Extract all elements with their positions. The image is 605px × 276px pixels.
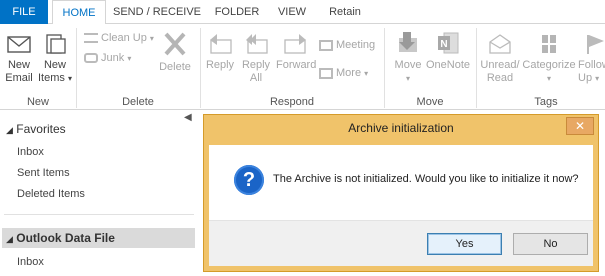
- follow-up-caret-icon: ▾: [595, 74, 600, 83]
- dialog-title: Archive initialization: [348, 121, 454, 135]
- close-icon[interactable]: ✕: [566, 117, 594, 135]
- outlook-data-file-header[interactable]: ◢ Outlook Data File: [2, 228, 195, 248]
- follow-up-button[interactable]: Follow Up ▾: [578, 32, 605, 85]
- forward-button[interactable]: Forward: [276, 32, 316, 72]
- dialog-body: ? The Archive is not initialized. Would …: [209, 145, 593, 266]
- group-label-new: New: [26, 96, 49, 108]
- move-caret-icon: ▾: [405, 74, 410, 83]
- group-label-tags: Tags: [534, 96, 558, 108]
- new-items-caret-icon: ▾: [67, 74, 72, 83]
- onenote-icon: N: [438, 32, 459, 54]
- question-icon: ?: [234, 165, 264, 195]
- ribbon-tab-bar: FILE HOME SEND / RECEIVE FOLDER VIEW Ret…: [0, 0, 605, 25]
- reply-all-icon: [246, 34, 268, 54]
- group-label-move: Move: [416, 96, 444, 108]
- categorize-button[interactable]: Categorize ▾: [522, 32, 576, 85]
- junk-label: Junk: [101, 52, 125, 64]
- flag-icon: [587, 35, 604, 54]
- reply-all-label-2: All: [249, 72, 263, 84]
- new-email-label-1: New: [7, 59, 30, 71]
- delete-label: Delete: [159, 61, 191, 73]
- new-items-label-2: Items: [38, 72, 65, 84]
- folder-pane-divider: [4, 214, 194, 215]
- new-email-button[interactable]: New Email: [2, 32, 36, 85]
- envelope-icon: [7, 36, 31, 53]
- unread-read-button[interactable]: Unread/ Read: [480, 32, 520, 85]
- favorites-header[interactable]: ◢ Favorites: [6, 122, 66, 136]
- group-label-delete: Delete: [122, 96, 154, 108]
- folder-sent-items[interactable]: Sent Items: [17, 167, 70, 179]
- junk-icon: [84, 53, 98, 64]
- folder-inbox[interactable]: Inbox: [17, 256, 44, 268]
- junk-button[interactable]: Junk ▾: [84, 51, 131, 66]
- categorize-label: Categorize: [522, 59, 576, 71]
- clean-up-label: Clean Up: [101, 32, 147, 44]
- meeting-icon: [319, 39, 333, 51]
- ribbon: New Email New Items ▾ New Clean Up ▾ Jun…: [0, 24, 605, 110]
- unread-read-label-1: Unread/: [480, 59, 520, 71]
- open-envelope-icon: [489, 34, 511, 54]
- forward-label: Forward: [276, 59, 317, 71]
- clean-up-caret-icon: ▾: [149, 34, 154, 43]
- svg-text:N: N: [440, 39, 447, 50]
- tab-send-receive[interactable]: SEND / RECEIVE: [110, 0, 204, 24]
- new-items-button[interactable]: New Items ▾: [38, 32, 72, 85]
- categorize-caret-icon: ▾: [546, 74, 551, 83]
- move-label: Move: [394, 59, 422, 71]
- unread-read-label-2: Read: [486, 72, 514, 84]
- tab-folder[interactable]: FOLDER: [208, 0, 266, 24]
- clean-up-button[interactable]: Clean Up ▾: [84, 31, 154, 46]
- forward-icon: [284, 34, 306, 54]
- more-caret-icon: ▾: [364, 69, 369, 78]
- no-button[interactable]: No: [513, 233, 588, 255]
- follow-up-label-2: Up: [578, 72, 593, 84]
- onenote-label: OneNote: [426, 59, 471, 71]
- reply-label: Reply: [205, 59, 235, 71]
- more-respond-button[interactable]: More ▾: [319, 66, 368, 81]
- dialog-message: The Archive is not initialized. Would yo…: [273, 173, 579, 185]
- folder-inbox-favorite[interactable]: Inbox: [17, 146, 44, 158]
- new-email-label-2: Email: [5, 72, 33, 84]
- delete-x-icon: [164, 32, 186, 56]
- onenote-button[interactable]: N OneNote: [426, 30, 470, 72]
- move-button[interactable]: Move ▾: [390, 30, 426, 85]
- reply-all-button[interactable]: Reply All: [240, 32, 272, 85]
- reply-all-label-1: Reply: [241, 59, 271, 71]
- group-label-respond: Respond: [269, 96, 315, 108]
- junk-caret-icon: ▾: [127, 54, 132, 63]
- tab-retain[interactable]: Retain: [320, 0, 370, 24]
- reply-button[interactable]: Reply: [204, 32, 236, 72]
- tab-file[interactable]: FILE: [0, 0, 48, 24]
- new-items-label-1: New: [43, 59, 66, 71]
- expand-triangle-icon: ◢: [6, 125, 13, 135]
- more-icon: [319, 67, 333, 79]
- tab-view[interactable]: VIEW: [272, 0, 312, 24]
- expand-triangle-icon: ◢: [6, 234, 13, 244]
- follow-up-label-1: Follow: [578, 59, 605, 71]
- tab-home[interactable]: HOME: [52, 0, 106, 25]
- meeting-button[interactable]: Meeting: [319, 38, 375, 52]
- yes-button[interactable]: Yes: [427, 233, 502, 255]
- new-items-icon: [46, 34, 66, 54]
- folder-deleted-items[interactable]: Deleted Items: [17, 188, 85, 200]
- favorites-header-label: Favorites: [16, 122, 66, 136]
- meeting-label: Meeting: [336, 39, 376, 51]
- move-folder-icon: [399, 32, 417, 52]
- clean-up-icon: [84, 33, 98, 44]
- categorize-icon: [542, 35, 556, 53]
- delete-button[interactable]: Delete: [155, 30, 195, 74]
- reply-icon: [210, 34, 232, 54]
- more-label: More: [336, 67, 362, 79]
- archive-dialog: Archive initialization ✕ ? The Archive i…: [203, 114, 599, 272]
- collapse-pane-icon[interactable]: ◀: [184, 112, 192, 123]
- dialog-button-bar: Yes No: [209, 220, 593, 266]
- outlook-data-file-label: Outlook Data File: [16, 231, 115, 245]
